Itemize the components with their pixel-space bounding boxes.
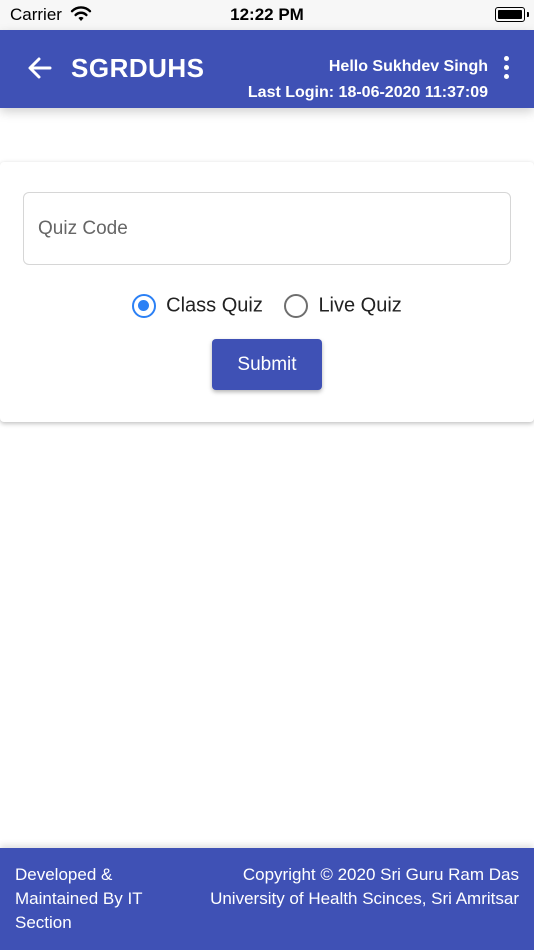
radio-class-quiz-label: Class Quiz bbox=[166, 294, 263, 317]
battery-icon bbox=[495, 7, 529, 22]
app-title: SGRDUHS bbox=[71, 53, 205, 83]
quiz-type-radio-group: Class Quiz Live Quiz bbox=[0, 294, 534, 326]
radio-class-quiz[interactable]: Class Quiz bbox=[132, 294, 263, 318]
status-bar: Carrier 12:22 PM bbox=[0, 0, 534, 30]
footer-developer-text: Developed & Maintained By IT Section bbox=[15, 865, 143, 932]
submit-button[interactable]: Submit bbox=[212, 339, 322, 390]
user-greeting: Hello Sukhdev Singh bbox=[328, 58, 488, 75]
app-header: SGRDUHS Hello Sukhdev Singh Last Login: … bbox=[0, 30, 534, 108]
radio-live-quiz[interactable]: Live Quiz bbox=[284, 294, 402, 318]
footer: Developed & Maintained By IT Section Cop… bbox=[0, 848, 534, 950]
status-time: 12:22 PM bbox=[230, 5, 304, 24]
last-login: Last Login: 18-06-2020 11:37:09 bbox=[247, 84, 488, 101]
quiz-code-input[interactable] bbox=[23, 192, 511, 265]
more-vertical-icon[interactable] bbox=[502, 56, 510, 82]
quiz-card: Class Quiz Live Quiz Submit bbox=[0, 162, 534, 422]
footer-copyright-text: Copyright © 2020 Sri Guru Ram Das Univer… bbox=[210, 865, 519, 908]
radio-unchecked-icon bbox=[284, 294, 309, 318]
radio-live-quiz-label: Live Quiz bbox=[318, 294, 402, 317]
back-arrow-icon[interactable] bbox=[26, 54, 54, 82]
radio-checked-icon bbox=[132, 294, 157, 318]
